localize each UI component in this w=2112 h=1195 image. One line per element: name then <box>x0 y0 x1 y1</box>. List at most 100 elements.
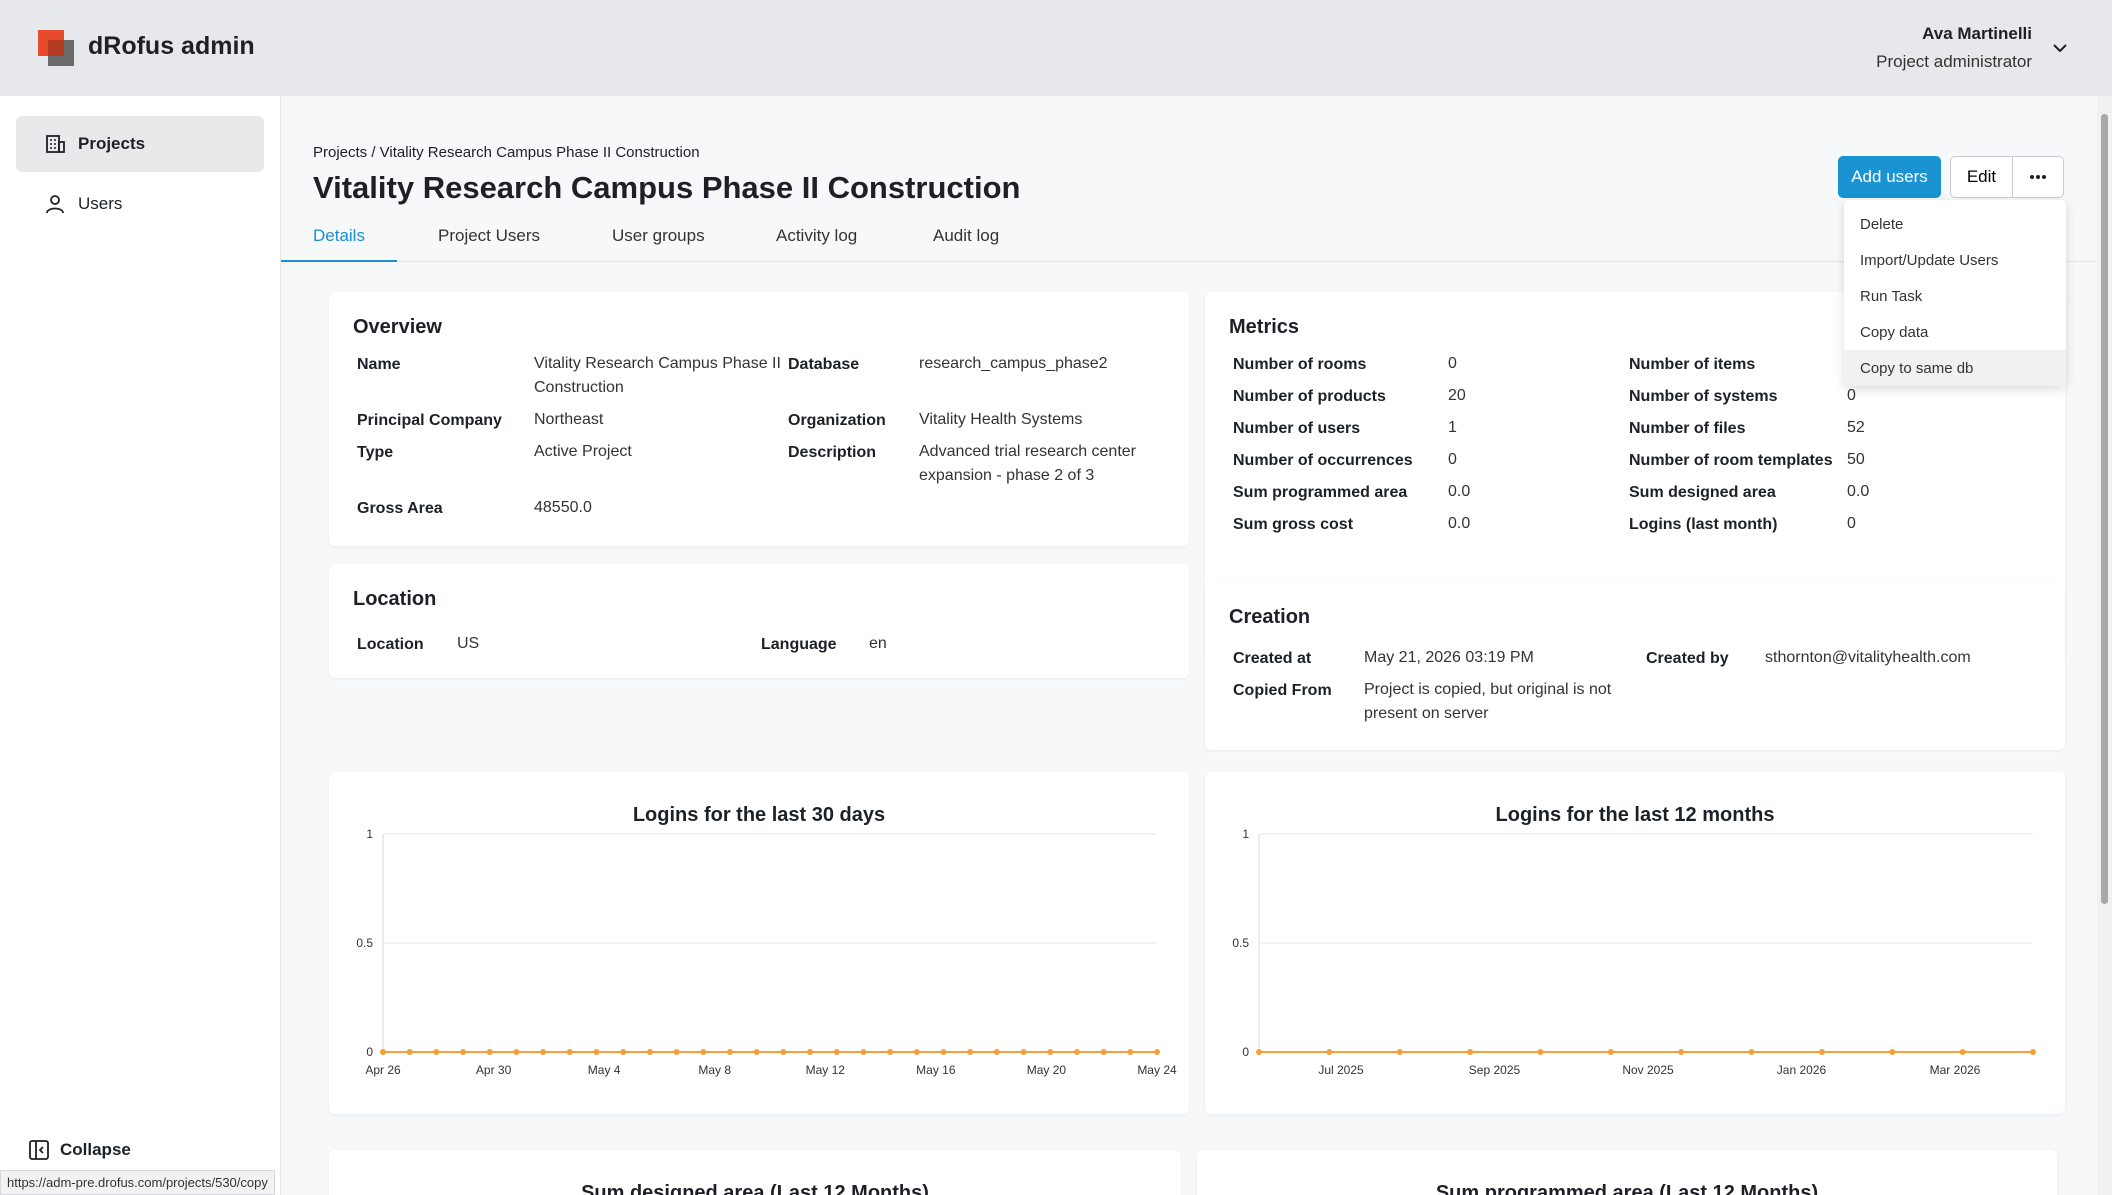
sum-designed-area-card: Sum designed area (Last 12 Months) <box>329 1150 1181 1195</box>
data-point <box>1100 1049 1107 1055</box>
logins-30-days-chart: Logins for the last 30 days 1 0.5 0 Apr 26 A… <box>329 772 1189 1114</box>
database-value: research_campus_phase2 <box>919 355 1108 372</box>
data-point <box>753 1049 760 1055</box>
menu-item-import-update-users[interactable]: Import/Update Users <box>1844 242 2066 278</box>
menu-item-copy-data[interactable]: Copy data <box>1844 314 2066 350</box>
metric-label: Number of items <box>1629 356 1756 373</box>
tab-user-groups[interactable]: User groups <box>612 226 705 262</box>
metric-value: 50 <box>1847 451 1865 468</box>
copied-from-value: Project is copied, but original is not p… <box>1364 681 1612 722</box>
metric-label: Logins (last month) <box>1629 516 1778 533</box>
add-users-button[interactable]: Add users <box>1838 156 1941 198</box>
data-point <box>646 1049 653 1055</box>
x-tick-label: May 4 <box>588 1063 621 1077</box>
data-point <box>1607 1049 1614 1055</box>
data-point <box>513 1049 520 1055</box>
name-label: Name <box>357 356 401 373</box>
metric-label: Sum designed area <box>1629 484 1776 501</box>
metric-value: 1 <box>1448 419 1457 436</box>
data-point <box>2030 1049 2036 1055</box>
data-point <box>993 1049 1000 1055</box>
description-value: Advanced trial research center expansion… <box>919 443 1136 484</box>
creation-card: Creation Created at May 21, 2026 03:19 P… <box>1205 582 2065 750</box>
sidebar-item-label: Users <box>78 194 123 213</box>
metrics-title: Metrics <box>1229 316 1300 338</box>
menu-item-delete[interactable]: Delete <box>1844 206 2066 242</box>
gross-area-value: 48550.0 <box>534 499 592 516</box>
metric-label: Number of occurrences <box>1233 452 1413 469</box>
scrollbar-thumb[interactable] <box>2101 114 2108 904</box>
x-tick-label: May 24 <box>1137 1063 1177 1077</box>
data-point <box>913 1049 920 1055</box>
data-point <box>1127 1049 1134 1055</box>
creation-title: Creation <box>1229 606 1311 628</box>
scrollbar-track[interactable] <box>2097 96 2112 1195</box>
chevron-down-icon[interactable] <box>2050 38 2070 58</box>
drofus-logo[interactable] <box>38 30 74 66</box>
language-label: Language <box>761 636 837 653</box>
data-point <box>1889 1049 1896 1055</box>
metric-label: Number of rooms <box>1233 356 1367 373</box>
data-point <box>1326 1049 1333 1055</box>
created-by-label: Created by <box>1646 650 1729 667</box>
more-actions-menu: Delete Import/Update Users Run Task Copy… <box>1844 200 2066 386</box>
menu-item-run-task[interactable]: Run Task <box>1844 278 2066 314</box>
collapse-button[interactable]: Collapse <box>28 1139 131 1161</box>
data-point <box>1073 1049 1080 1055</box>
metric-value: 20 <box>1448 387 1466 404</box>
metric-value: 0 <box>1448 451 1457 468</box>
principal-company-label: Principal Company <box>357 412 502 429</box>
organization-label: Organization <box>788 412 886 429</box>
status-bar-url: https://adm-pre.drofus.com/projects/530/… <box>0 1170 275 1195</box>
sidebar-item-users[interactable]: Users <box>16 176 264 232</box>
edit-button[interactable]: Edit <box>1950 156 2013 198</box>
data-point <box>1020 1049 1027 1055</box>
x-tick-label: Apr 26 <box>365 1063 401 1077</box>
data-point <box>593 1049 600 1055</box>
app-title: dRofus admin <box>88 32 255 60</box>
tab-audit-log[interactable]: Audit log <box>933 226 999 262</box>
location-card: Location Location US Language en <box>329 564 1189 678</box>
breadcrumb[interactable]: Projects / Vitality Research Campus Phas… <box>313 144 700 161</box>
logins-12-months-chart: Logins for the last 12 months 1 0.5 0 Jul 2… <box>1205 772 2065 1114</box>
main-content: Projects / Vitality Research Campus Phas… <box>281 96 2097 1195</box>
data-point <box>460 1049 467 1055</box>
sum-programmed-area-card: Sum programmed area (Last 12 Months) <box>1197 1150 2057 1195</box>
x-tick-label: May 16 <box>916 1063 956 1077</box>
building-icon <box>46 135 65 153</box>
data-point <box>620 1049 627 1055</box>
data-point <box>673 1049 680 1055</box>
user-name[interactable]: Ava Martinelli <box>1922 24 2032 44</box>
sidebar: Projects Users <box>0 96 281 1195</box>
chart-svg: 1 0.5 0 Apr 26 Apr 30 May 4 May 8 May 12 May 16 M… <box>356 827 1177 1077</box>
metric-value: 0 <box>1448 355 1457 372</box>
data-point <box>486 1049 493 1055</box>
more-actions-button[interactable] <box>2012 156 2064 198</box>
collapse-sidebar-icon <box>29 1140 49 1160</box>
organization-value: Vitality Health Systems <box>919 411 1083 428</box>
sidebar-item-projects[interactable]: Projects <box>16 116 264 172</box>
data-point <box>1818 1049 1825 1055</box>
data-point <box>540 1049 547 1055</box>
data-point <box>940 1049 947 1055</box>
chart-title: Sum programmed area (Last 12 Months) <box>1435 1182 1819 1195</box>
ellipsis-icon <box>2030 175 2046 179</box>
language-value: en <box>869 635 887 652</box>
tab-activity-log[interactable]: Activity log <box>776 226 857 262</box>
data-point <box>1678 1049 1685 1055</box>
chart-svg: 1 0.5 0 Jul 2025 Sep 2025 Nov 2025 Jan 2026 Mar… <box>1232 827 2036 1077</box>
principal-company-value: Northeast <box>534 411 604 428</box>
y-tick-label: 0.5 <box>1232 936 1249 950</box>
tab-details[interactable]: Details <box>313 226 365 262</box>
data-point <box>1154 1049 1160 1055</box>
gross-area-label: Gross Area <box>357 500 443 517</box>
x-tick-label: Jan 2026 <box>1777 1063 1827 1077</box>
tab-project-users[interactable]: Project Users <box>438 226 540 262</box>
metric-label: Number of products <box>1233 388 1386 405</box>
description-label: Description <box>788 444 877 461</box>
copied-from-label: Copied From <box>1233 682 1332 699</box>
metric-label: Number of files <box>1629 420 1746 437</box>
y-tick-label: 0.5 <box>356 936 373 950</box>
metric-value: 0.0 <box>1847 483 1870 500</box>
menu-item-copy-to-same-db[interactable]: Copy to same db <box>1844 350 2066 386</box>
